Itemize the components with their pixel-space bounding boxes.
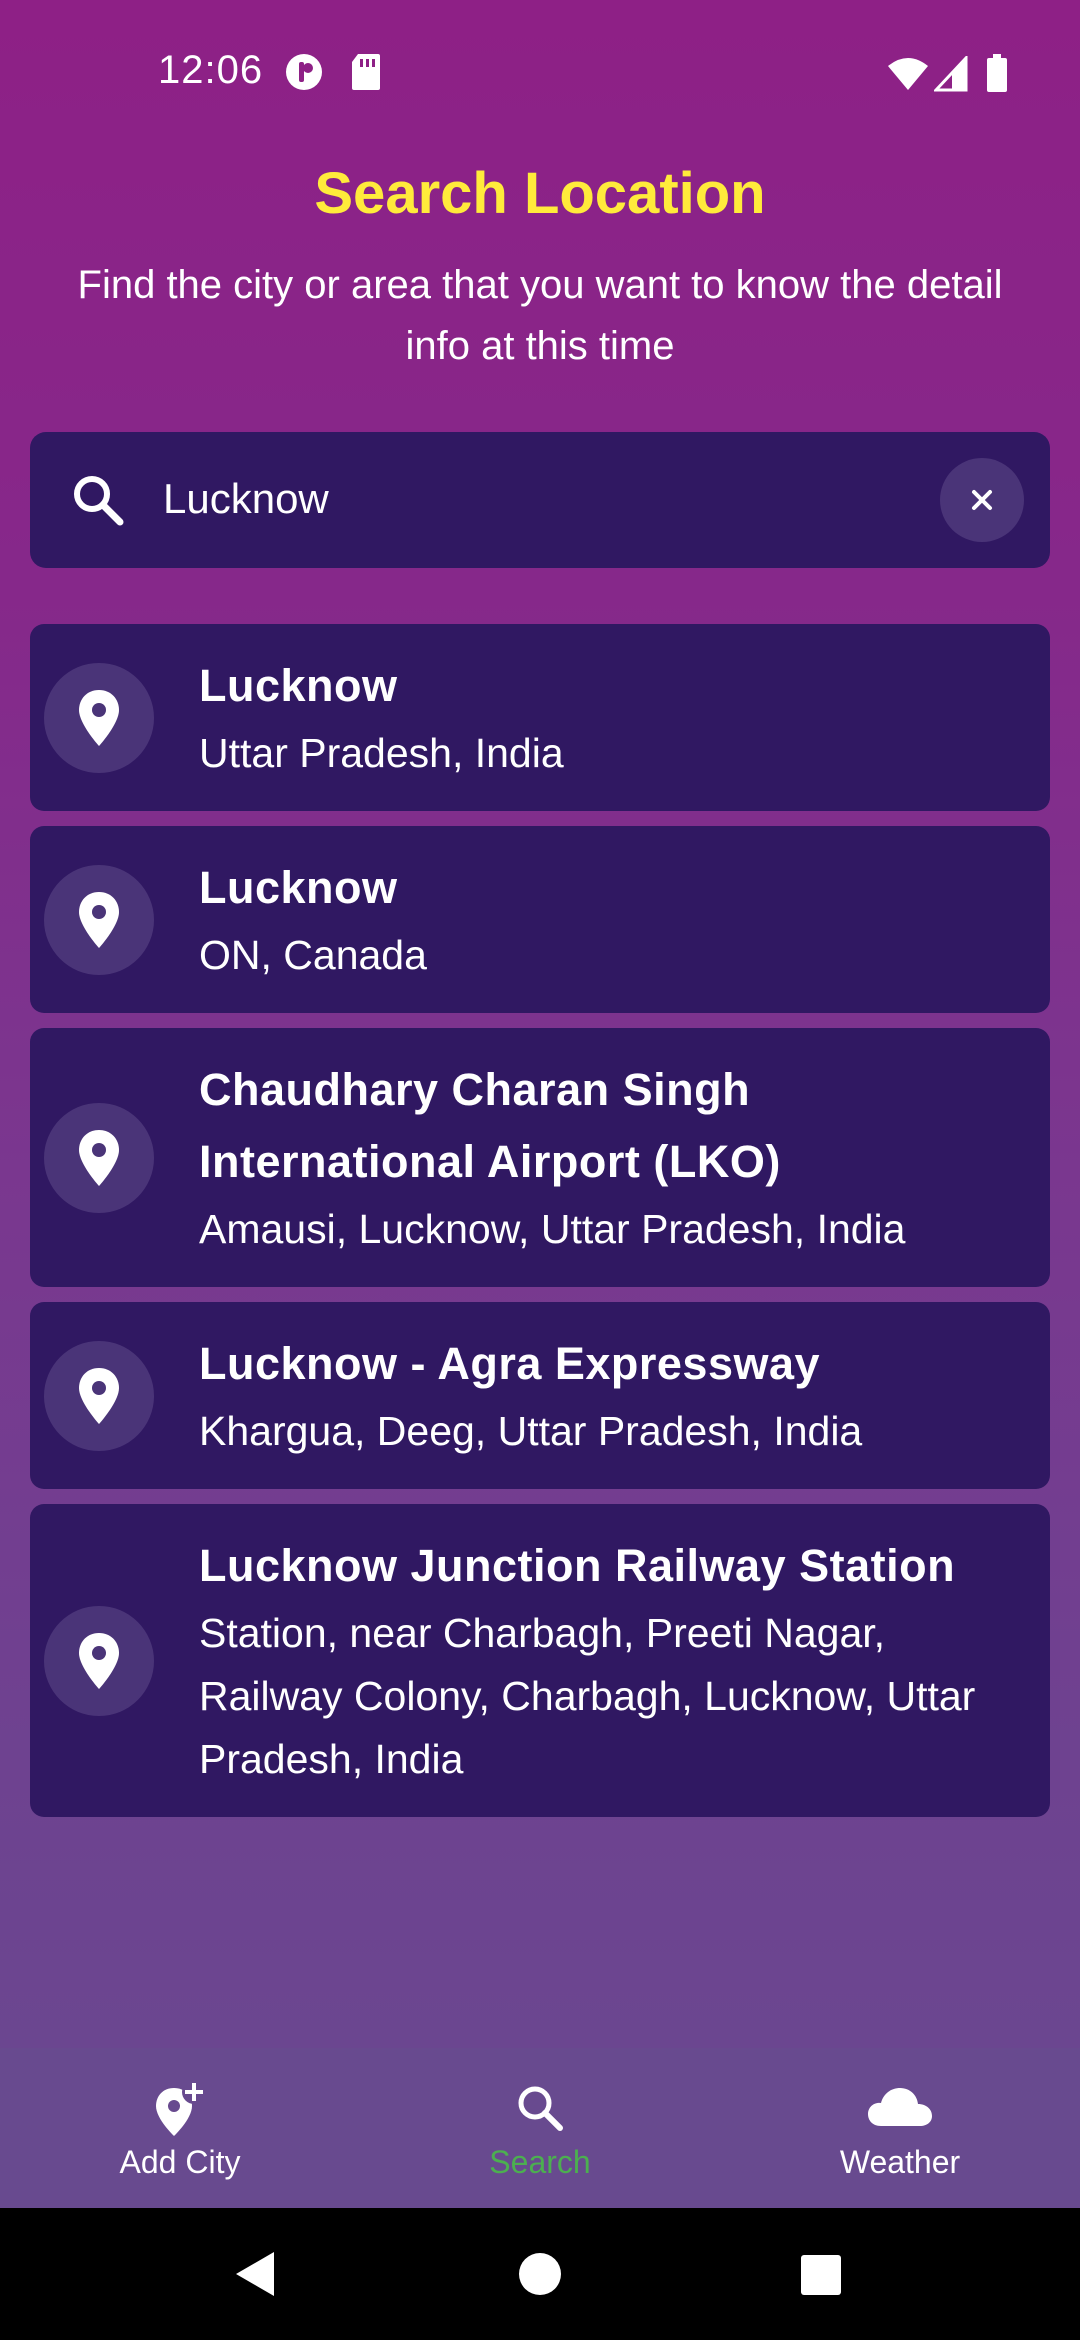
wifi-icon	[886, 56, 930, 97]
nav-weather-label: Weather	[839, 2144, 961, 2180]
location-pin-icon	[44, 662, 154, 773]
result-address: Station, near Charbagh, Preeti Nagar, Ra…	[199, 1610, 976, 1782]
location-pin-icon	[44, 1605, 154, 1716]
home-icon[interactable]	[518, 2252, 562, 2301]
search-input[interactable]	[163, 475, 923, 523]
result-item[interactable]: Chaudhary Charan Singh International Air…	[30, 1028, 1050, 1287]
cloud-icon	[868, 2088, 932, 2126]
result-name: Lucknow	[199, 660, 398, 711]
nav-search[interactable]: Search	[390, 2078, 690, 2181]
status-bar: 12:06	[0, 0, 1080, 150]
status-time: 12:06	[158, 48, 264, 92]
result-name: Lucknow	[199, 862, 398, 913]
page-subtitle: Find the city or area that you want to k…	[77, 263, 1003, 368]
nav-search-label: Search	[489, 2144, 591, 2180]
app-notification-icon	[284, 52, 324, 97]
result-address: Amausi, Lucknow, Uttar Pradesh, India	[199, 1206, 906, 1252]
results-list: Lucknow Uttar Pradesh, India Lucknow ON,…	[30, 624, 1050, 1832]
result-name: Chaudhary Charan Singh International Air…	[199, 1064, 781, 1187]
result-address: Uttar Pradesh, India	[199, 730, 564, 776]
back-icon[interactable]	[232, 2250, 278, 2303]
sd-card-icon	[350, 52, 382, 97]
location-pin-icon	[44, 1102, 154, 1213]
result-item[interactable]: Lucknow ON, Canada	[30, 826, 1050, 1013]
result-name: Lucknow Junction Railway Station	[199, 1540, 956, 1591]
result-item[interactable]: Lucknow - Agra Expressway Khargua, Deeg,…	[30, 1302, 1050, 1489]
result-item[interactable]: Lucknow Junction Railway Station Station…	[30, 1504, 1050, 1817]
search-icon	[518, 2086, 563, 2131]
result-address: Khargua, Deeg, Uttar Pradesh, India	[199, 1408, 863, 1454]
bottom-navigation: Add City Search Weather	[0, 2048, 1080, 2208]
clear-search-button[interactable]	[940, 458, 1024, 542]
result-item[interactable]: Lucknow Uttar Pradesh, India	[30, 624, 1050, 811]
location-pin-icon	[44, 864, 154, 975]
search-icon	[68, 470, 128, 530]
nav-weather[interactable]: Weather	[750, 2078, 1050, 2181]
close-icon	[972, 490, 992, 510]
add-location-icon	[156, 2080, 206, 2136]
page-title: Search Location	[314, 161, 766, 226]
recents-icon[interactable]	[800, 2254, 842, 2301]
result-name: Lucknow - Agra Expressway	[199, 1338, 821, 1389]
battery-icon	[986, 54, 1008, 99]
nav-add-city[interactable]: Add City	[30, 2078, 330, 2181]
signal-icon	[932, 54, 968, 97]
system-navigation-bar	[0, 2208, 1080, 2340]
search-bar[interactable]	[30, 432, 1050, 568]
location-pin-icon	[44, 1340, 154, 1451]
result-address: ON, Canada	[199, 932, 427, 978]
nav-add-city-label: Add City	[119, 2144, 241, 2180]
